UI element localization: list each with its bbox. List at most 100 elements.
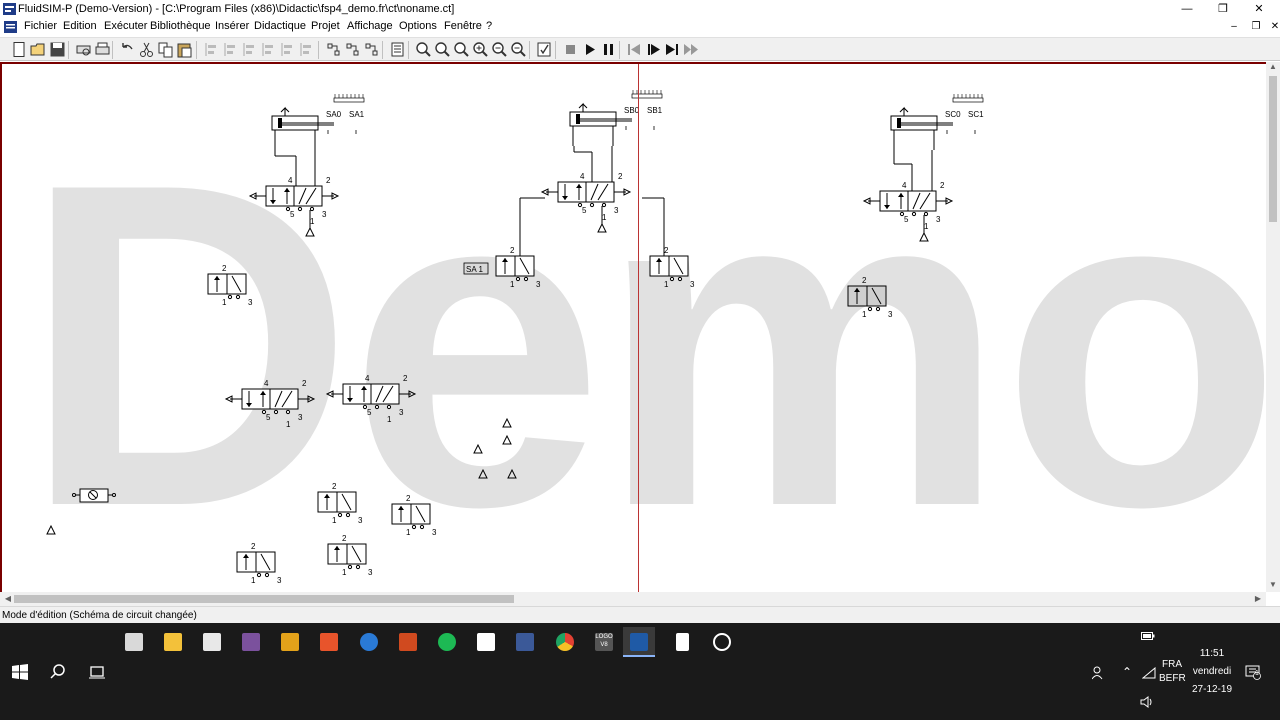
directional-valve-5-2-b[interactable]: 4 2 5 13 xyxy=(540,172,632,233)
reset-icon[interactable] xyxy=(626,41,643,58)
minimize-button[interactable]: — xyxy=(1170,0,1204,18)
zoom-object-icon[interactable] xyxy=(453,41,470,58)
clock-day[interactable]: vendredi xyxy=(1190,666,1234,677)
task-view-icon[interactable] xyxy=(89,664,105,680)
menu-inserer[interactable]: Insérer xyxy=(215,20,249,32)
align-center-icon[interactable] xyxy=(222,41,239,58)
close-button[interactable]: ✕ xyxy=(1242,0,1276,18)
directional-valve-3-2-roller[interactable]: 2 1 3 xyxy=(207,264,253,307)
circuit-diagram[interactable]: SA0 SA1 SB0 SB1 SC0 SC14 25134 25134 251321 3SA 1… xyxy=(2,64,1266,592)
zoom-window-icon[interactable] xyxy=(434,41,451,58)
directional-valve-5-2-c[interactable]: 4 2 5 13 xyxy=(862,181,954,242)
directional-valve-3-2-lib-3[interactable]: 2 1 3 xyxy=(317,482,363,525)
directional-valve-3-2-sa1[interactable]: 2 1 3 xyxy=(495,246,541,289)
directional-valve-5-2-lib-1[interactable]: 4 2 5 13 xyxy=(224,379,316,429)
compressed-air-supply-icon[interactable] xyxy=(502,417,512,428)
circuit-canvas[interactable]: Demo SA0 SA1 SB0 SB1 SC0 SC1 4 2 5 1 3 4 2 5 1 3 4 2 5 1 3 2 1… xyxy=(0,62,1266,592)
double-acting-cylinder-b[interactable]: SB0 SB1 xyxy=(569,90,663,146)
app-taskbar-button[interactable] xyxy=(118,627,150,657)
stop-icon[interactable] xyxy=(562,41,579,58)
menu-projet[interactable]: Projet xyxy=(311,20,340,32)
parts-list-icon[interactable] xyxy=(389,41,406,58)
obs-taskbar-button[interactable] xyxy=(706,627,738,657)
cut-icon[interactable] xyxy=(138,41,155,58)
align-middle-icon[interactable] xyxy=(279,41,296,58)
horizontal-scroll-thumb[interactable] xyxy=(14,595,514,603)
clock-time[interactable]: 11:51 xyxy=(1194,648,1230,659)
scroll-right-icon[interactable]: ▶ xyxy=(1252,592,1264,606)
undo-icon[interactable] xyxy=(119,41,136,58)
directional-valve-3-2-sb[interactable]: 2 1 3 xyxy=(649,246,695,289)
compressed-air-supply-icon[interactable] xyxy=(473,443,483,454)
facebook-taskbar-button[interactable] xyxy=(509,627,541,657)
zoom-fit-icon[interactable] xyxy=(415,41,432,58)
check-icon[interactable] xyxy=(536,41,553,58)
directional-valve-3-2-lib-6[interactable]: 2 1 3 xyxy=(236,542,282,585)
align-left-icon[interactable] xyxy=(203,41,220,58)
zoom-in-icon[interactable] xyxy=(472,41,489,58)
menu-didactique[interactable]: Didactique xyxy=(254,20,306,32)
notepad-taskbar-button[interactable] xyxy=(666,627,698,657)
file-explorer-taskbar-button[interactable] xyxy=(157,627,189,657)
menu-bibliotheque[interactable]: Bibliothèque xyxy=(150,20,211,32)
step-icon[interactable] xyxy=(645,41,662,58)
pause-icon[interactable] xyxy=(600,41,617,58)
battery-icon[interactable] xyxy=(1141,631,1155,641)
logo-taskbar-button[interactable]: LOGO V8 xyxy=(588,627,620,657)
step-end-icon[interactable] xyxy=(664,41,681,58)
vertical-scroll-thumb[interactable] xyxy=(1269,76,1277,222)
mirror-v-icon[interactable] xyxy=(363,41,380,58)
show-hidden-icons-icon[interactable]: ⌃ xyxy=(1122,665,1132,679)
app-orange-taskbar-button[interactable] xyxy=(313,627,345,657)
compressed-air-supply-icon[interactable] xyxy=(46,524,56,535)
network-icon[interactable] xyxy=(1142,667,1156,679)
play-icon[interactable] xyxy=(581,41,598,58)
save-icon[interactable] xyxy=(49,41,66,58)
maximize-button[interactable]: ❐ xyxy=(1206,0,1240,18)
mirror-h-icon[interactable] xyxy=(344,41,361,58)
menu-edition[interactable]: Edition xyxy=(63,20,97,32)
align-bottom-icon[interactable] xyxy=(298,41,315,58)
directional-valve-5-2-lib-2[interactable]: 4 2 5 13 xyxy=(325,374,417,424)
service-unit[interactable] xyxy=(72,488,116,503)
start-icon[interactable] xyxy=(12,664,28,680)
menu-fichier[interactable]: Fichier xyxy=(24,20,57,32)
spotify-taskbar-button[interactable] xyxy=(431,627,463,657)
scroll-left-icon[interactable]: ◀ xyxy=(2,592,14,606)
clock-date[interactable]: 27-12-19 xyxy=(1190,684,1234,695)
print-preview-icon[interactable] xyxy=(75,41,92,58)
mdi-minimize-button[interactable]: – xyxy=(1223,19,1245,35)
mdi-close-button[interactable]: ✕ xyxy=(1264,19,1280,35)
menu-options[interactable]: Options xyxy=(399,20,437,32)
document-icon[interactable] xyxy=(4,21,17,33)
chrome-taskbar-button[interactable] xyxy=(549,627,581,657)
horizontal-scrollbar[interactable]: ◀ ▶ xyxy=(0,592,1266,606)
directional-valve-3-2-lib-5[interactable]: 2 1 3 xyxy=(327,534,373,577)
directional-valve-3-2-lib-4[interactable]: 2 1 3 xyxy=(391,494,437,537)
compressed-air-supply-icon[interactable] xyxy=(478,468,488,479)
menu-affichage[interactable]: Affichage xyxy=(347,20,393,32)
menu-executer[interactable]: Exécuter xyxy=(104,20,147,32)
compressed-air-supply-icon[interactable] xyxy=(502,434,512,445)
people-icon[interactable] xyxy=(1092,666,1106,680)
zoom-out-icon[interactable] xyxy=(491,41,508,58)
keyboard-layout[interactable]: BEFR xyxy=(1159,673,1186,684)
directional-valve-5-2-a[interactable]: 4 2 5 13 xyxy=(248,176,340,237)
edge-taskbar-button[interactable] xyxy=(353,627,385,657)
zoom-reduce-icon[interactable] xyxy=(510,41,527,58)
vertical-scrollbar[interactable]: ▲ ▼ xyxy=(1266,62,1280,592)
directional-valve-3-2-selected[interactable]: 2 1 3 xyxy=(847,276,893,319)
mail-taskbar-button[interactable] xyxy=(470,627,502,657)
fast-forward-icon[interactable] xyxy=(683,41,700,58)
open-icon[interactable] xyxy=(30,41,47,58)
print-icon[interactable] xyxy=(94,41,111,58)
fluidsim-taskbar-button[interactable] xyxy=(623,627,655,657)
app-yellow-taskbar-button[interactable] xyxy=(274,627,306,657)
menu-help[interactable]: ? xyxy=(486,20,492,32)
align-top-icon[interactable] xyxy=(260,41,277,58)
store-taskbar-button[interactable] xyxy=(196,627,228,657)
double-acting-cylinder-c[interactable]: SC0 SC1 xyxy=(890,94,984,150)
double-acting-cylinder-a[interactable]: SA0 SA1 xyxy=(271,94,365,150)
search-icon[interactable] xyxy=(50,664,66,680)
app-bag-taskbar-button[interactable] xyxy=(392,627,424,657)
